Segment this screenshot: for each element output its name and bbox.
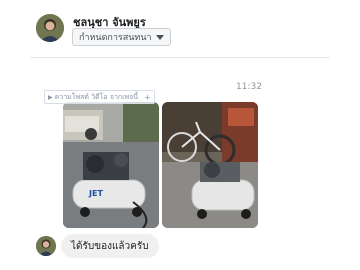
conversation-header: ชลนุชา จันพยูร กำหนดการสนทนา (0, 0, 360, 58)
sender-avatar[interactable] (36, 236, 56, 256)
message-text: ได้รับของแล้วครับ (71, 240, 149, 252)
svg-text:JET: JET (88, 189, 103, 198)
plus-icon: + (144, 92, 151, 102)
contact-avatar[interactable] (36, 14, 64, 42)
header-divider (30, 57, 330, 58)
media-badge-label: ความโพสต์ วิดีโอ จากเพจนี้ (54, 92, 139, 101)
message-bubble[interactable]: ได้รับของแล้วครับ (61, 234, 159, 258)
message-timestamp: 11:32 (236, 82, 262, 92)
caret-down-icon (155, 34, 164, 40)
conversation-settings-button[interactable]: กำหนดการสนทนา (72, 28, 171, 46)
conversation-settings-label: กำหนดการสนทนา (79, 33, 152, 43)
media-badge[interactable]: ▶ ความโพสต์ วิดีโอ จากเพจนี้ + (44, 90, 155, 104)
play-icon: ▶ (48, 93, 53, 101)
attachment-photo-1[interactable]: JET (63, 102, 159, 228)
attachment-photo-2[interactable] (162, 102, 258, 228)
